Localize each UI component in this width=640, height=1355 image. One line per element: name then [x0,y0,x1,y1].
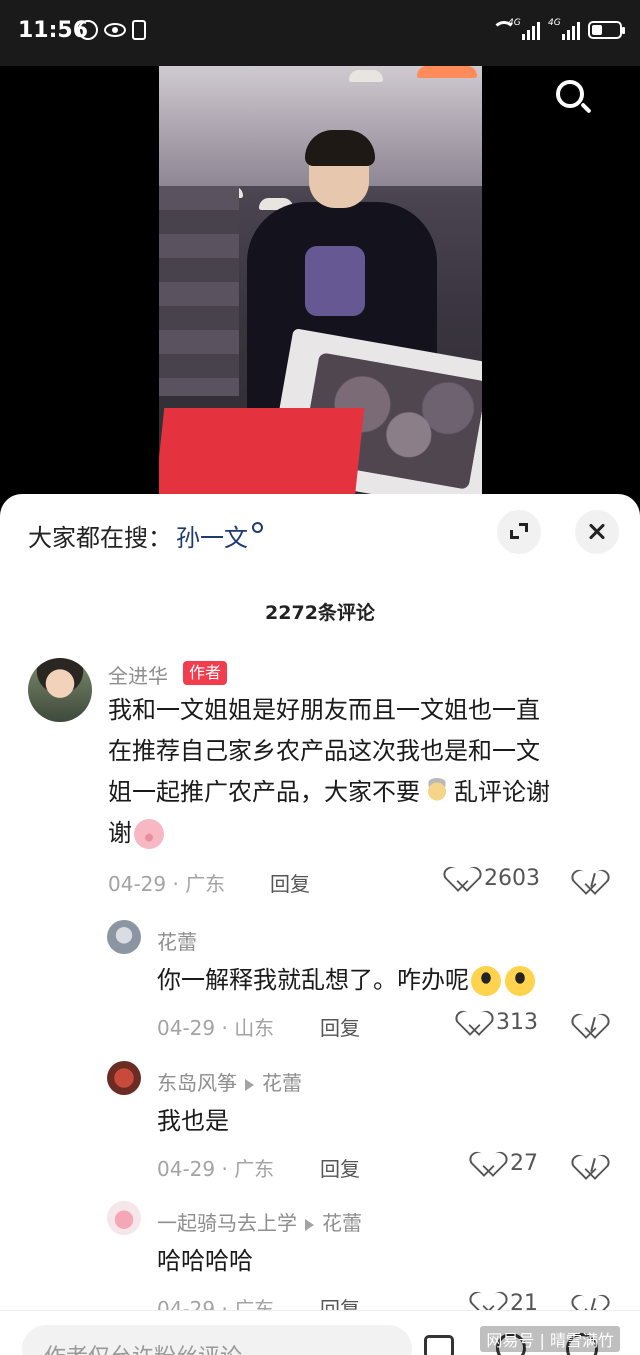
like-count: 2603 [484,866,540,891]
reply-button[interactable]: 回复 [320,1012,360,1041]
expand-icon[interactable] [497,510,541,554]
comment-line: 我和一文姐姐是好朋友而且一文姐也一直 [108,696,540,724]
comment-input[interactable]: 作者仅允许粉丝评论 [22,1325,412,1355]
signal-icon-1: 4G [508,18,540,40]
video-lamp-orange [417,66,477,78]
avatar[interactable] [28,658,92,722]
reply-to-user[interactable]: 花蕾 [322,1211,362,1235]
comment-text: 我也是 [157,1107,229,1135]
close-icon[interactable] [575,510,619,554]
cool-emoji-icon [471,966,501,996]
comment-text: 哈哈哈哈 [157,1247,253,1275]
search-icon[interactable] [556,80,594,118]
avatar[interactable] [107,1201,141,1235]
avatar[interactable] [107,920,141,954]
signal-label-2: 4G [548,18,561,28]
like-button[interactable]: 313 [464,1010,538,1035]
avatar[interactable] [107,1061,141,1095]
comment-panel: 大家都在搜： 孙一文 2272条评论 全进华 作者 我和一文姐姐是好朋友而且一文… [0,494,640,1355]
comment-line-3: 姐一起推广农产品，大家不要 乱评论谢 [108,772,608,813]
mini-search-icon [252,522,263,533]
video-shelves [159,186,239,396]
reply-arrow-icon [245,1078,254,1091]
reply-arrow-icon [305,1218,314,1231]
search-suggestion-prefix: 大家都在搜： [28,524,172,552]
reply-button[interactable]: 回复 [320,1153,360,1182]
heart-icon [464,1011,490,1035]
reply-button[interactable]: 回复 [270,868,310,897]
like-count: 27 [510,1151,538,1176]
shh-emoji-icon [422,778,452,808]
comment-author[interactable]: 全进华 [108,660,168,689]
comment-date-location: 04-29 · 广东 [108,872,226,896]
notification-icon [78,20,98,40]
dislike-icon[interactable] [580,1155,606,1179]
signal-label-1: 4G [508,18,521,28]
signal-icon-2: 4G [548,18,580,40]
comment-text: 我和一文姐姐是好朋友而且一文姐也一直 在推荐自己家乡农产品这次我也是和一文 姐一… [108,690,608,854]
comment-text: 你一解释我就乱想了。咋办呢 [157,960,537,1001]
comment-author-line: 东岛风筝 花蕾 [157,1067,302,1096]
watermark: 网易号 | 晴雪满竹 [480,1326,620,1352]
search-suggestion[interactable]: 大家都在搜： 孙一文 [28,518,263,553]
video-area[interactable] [0,66,640,506]
comment-author[interactable]: 花蕾 [157,926,197,955]
comment-line: 在推荐自己家乡农产品这次我也是和一文 [108,737,540,765]
video-frame[interactable] [159,66,482,506]
comment-line-4: 谢 [108,813,608,854]
image-icon[interactable] [424,1335,454,1355]
heart-icon [478,1152,504,1176]
video-lamp [349,70,383,82]
like-count: 313 [496,1010,538,1035]
comment-input-placeholder: 作者仅允许粉丝评论 [44,1339,242,1355]
status-bar: 11:56 4G 4G [0,0,640,66]
video-red-basket [159,408,365,506]
comment-author[interactable]: 一起骑马去上学 [157,1211,297,1235]
heart-icon [452,867,478,891]
like-button[interactable]: 27 [478,1151,538,1176]
pig-emoji-icon [134,819,164,849]
comment-author-line: 一起骑马去上学 花蕾 [157,1207,362,1236]
dislike-icon[interactable] [580,1014,606,1038]
comment-author[interactable]: 东岛风筝 [157,1071,237,1095]
reply-to-user[interactable]: 花蕾 [262,1071,302,1095]
dislike-icon[interactable] [580,870,606,894]
comment-line: 乱评论谢 [454,778,550,806]
comment-date-location: 04-29 · 山东 [157,1016,275,1040]
author-badge: 作者 [183,661,228,685]
comment-line: 你一解释我就乱想了。咋办呢 [157,966,469,994]
vibrate-icon [132,20,146,40]
comment-count: 2272条评论 [265,602,375,624]
cool-emoji-icon [505,966,535,996]
status-icons-left [78,20,146,40]
like-button[interactable]: 2603 [452,866,540,891]
comment-date-location: 04-29 · 广东 [157,1157,275,1181]
eye-icon [104,23,126,37]
comment-line: 姐一起推广农产品，大家不要 [108,778,420,806]
search-suggestion-keyword[interactable]: 孙一文 [176,518,248,553]
comment-line: 谢 [108,819,132,847]
status-icons-right: 4G 4G [492,18,625,40]
battery-icon [588,21,625,39]
